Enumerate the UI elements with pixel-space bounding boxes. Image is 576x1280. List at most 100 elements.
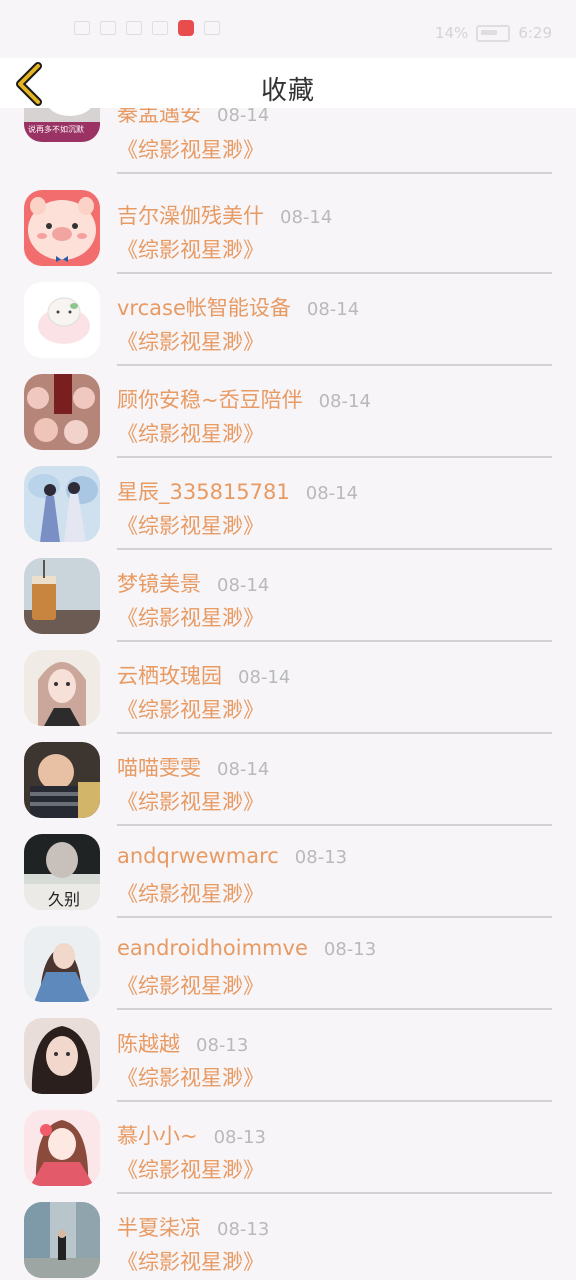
item-title: 《综影视星渺》 [117,1066,264,1090]
notification-icon [204,21,220,35]
item-name-line: 陈越越 08-13 [117,1028,248,1058]
status-right-icons: 14% 6:29 [435,24,552,42]
item-name-line: 喵喵雯雯 08-14 [117,752,269,782]
avatar[interactable]: 久别 [24,834,100,910]
item-date: 08-13 [196,1035,249,1056]
divider [117,1192,552,1194]
list-item[interactable]: vrcase帐智能设备 08-14 《综影视星渺》 [0,276,576,368]
divider [117,364,552,366]
item-name-line: 顾你安稳~岙豆陪伴 08-14 [117,384,371,414]
item-title: 《综影视星渺》 [117,698,264,722]
user-name: 吉尔澡伽残美什 [117,204,264,228]
list-item[interactable]: 半夏柒凉 08-13 《综影视星渺》 [0,1196,576,1280]
user-name: 陈越越 [117,1032,180,1056]
item-title: 《综影视星渺》 [117,422,264,446]
avatar[interactable] [24,466,100,542]
item-date: 08-13 [323,939,377,960]
avatar[interactable] [24,1202,100,1278]
item-title: 《综影视星渺》 [117,1158,264,1182]
item-title: 《综影视星渺》 [117,606,264,630]
user-name: 云栖玫瑰园 [117,664,222,688]
wifi-icon [152,21,168,35]
item-name-line: 云栖玫瑰园 08-14 [117,660,290,690]
divider [117,272,552,274]
list-item[interactable]: 慕小小~ 08-13 《综影视星渺》 [0,1104,576,1196]
item-name-line: 慕小小~ 08-13 [117,1120,266,1150]
item-title: 《综影视星渺》 [117,790,264,814]
avatar[interactable] [24,742,100,818]
avatar[interactable] [24,374,100,450]
user-name: 梦镜美景 [117,572,201,596]
list-item[interactable]: 久别 andqrwewmarc 08-13 《综影视星渺》 [0,828,576,920]
item-title: 《综影视星渺》 [117,138,264,162]
user-name: 喵喵雯雯 [117,756,201,780]
page-title: 收藏 [260,76,315,106]
list-item[interactable]: 陈越越 08-13 《综影视星渺》 [0,1012,576,1104]
avatar[interactable] [24,190,100,266]
item-date: 08-14 [217,105,270,126]
avatar[interactable] [24,1018,100,1094]
avatar[interactable] [24,650,100,726]
item-name-line: vrcase帐智能设备 08-14 [117,292,359,322]
item-date: 08-13 [213,1127,266,1148]
item-date: 08-14 [238,667,291,688]
user-name: 半夏柒凉 [117,1216,201,1240]
item-date: 08-13 [217,1219,270,1240]
user-name: 顾你安稳~岙豆陪伴 [117,388,303,412]
avatar[interactable] [24,926,100,1002]
item-title: 《综影视星渺》 [117,1250,264,1274]
divider [117,1100,552,1102]
divider [117,824,552,826]
list-item[interactable]: 吉尔澡伽残美什 08-14 《综影视星渺》 [0,184,576,276]
user-name: eandroidhoimmve [117,936,308,960]
avatar-caption: 说再多不如沉默 [28,125,84,134]
header: 收藏 [0,58,576,108]
list-item[interactable]: 星辰_335815781 08-14 《综影视星渺》 [0,460,576,552]
avatar-caption: 久别 [48,890,81,909]
battery-icon [476,24,511,42]
item-title: 《综影视星渺》 [117,330,264,354]
item-date: 08-14 [280,207,333,228]
item-date: 08-14 [217,575,270,596]
user-name: vrcase帐智能设备 [117,296,291,320]
item-title: 《综影视星渺》 [117,974,264,998]
user-name: andqrwewmarc [117,844,279,868]
item-name-line: eandroidhoimmve 08-13 [117,936,376,960]
item-name-line: 半夏柒凉 08-13 [117,1212,269,1242]
item-name-line: 吉尔澡伽残美什 08-14 [117,200,332,230]
sim-icon [74,21,90,35]
user-name: 慕小小~ [117,1124,198,1148]
list-item[interactable]: eandroidhoimmve 08-13 《综影视星渺》 [0,920,576,1012]
item-name-line: 梦镜美景 08-14 [117,568,269,598]
favorites-list: 说再多不如沉默 秦孟遇安 08-14 《综影视星渺》 吉尔澡伽残美什 08-14… [0,100,576,1280]
item-name-line: andqrwewmarc 08-13 [117,844,347,868]
status-bar: 14% 6:29 [0,0,576,58]
item-title: 《综影视星渺》 [117,238,264,262]
list-item[interactable]: 说再多不如沉默 秦孟遇安 08-14 《综影视星渺》 [0,100,576,184]
divider [117,916,552,918]
item-date: 08-14 [217,759,270,780]
list-item[interactable]: 云栖玫瑰园 08-14 《综影视星渺》 [0,644,576,736]
divider [117,640,552,642]
item-date: 08-14 [305,483,359,504]
item-name-line: 星辰_335815781 08-14 [117,476,358,506]
divider [117,732,552,734]
item-date: 08-13 [294,847,348,868]
avatar[interactable] [24,282,100,358]
avatar[interactable] [24,1110,100,1186]
item-title: 《综影视星渺》 [117,882,264,906]
list-item[interactable]: 顾你安稳~岙豆陪伴 08-14 《综影视星渺》 [0,368,576,460]
divider [117,548,552,550]
divider [117,456,552,458]
clock: 6:29 [518,24,552,42]
divider [117,172,552,174]
avatar[interactable] [24,558,100,634]
app-notification-icon [178,20,194,36]
item-date: 08-14 [318,391,371,412]
battery-percent: 14% [434,24,469,42]
list-item[interactable]: 梦镜美景 08-14 《综影视星渺》 [0,552,576,644]
status-left-icons [74,20,220,36]
item-date: 08-14 [306,299,360,320]
list-item[interactable]: 喵喵雯雯 08-14 《综影视星渺》 [0,736,576,828]
user-name: 星辰_335815781 [117,480,290,504]
